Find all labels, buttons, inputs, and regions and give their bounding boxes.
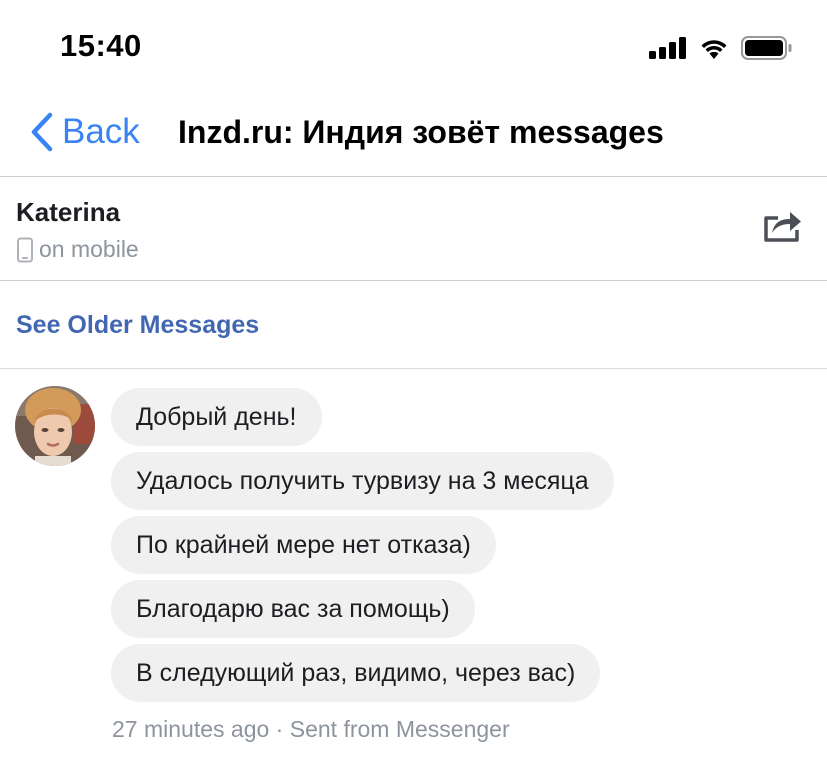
meta-separator: · [269, 716, 290, 742]
contact-status: on mobile [16, 236, 139, 263]
page-title: Inzd.ru: Индия зовёт messages [178, 114, 664, 150]
message-bubble[interactable]: По крайней мере нет отказа) [111, 516, 496, 574]
contact-name: Katerina [16, 197, 121, 227]
message-bubble[interactable]: Добрый день! [111, 388, 322, 446]
navigation-bar: Back Inzd.ru: Индия зовёт messages [0, 100, 827, 176]
chevron-left-icon [31, 112, 53, 152]
wifi-icon [701, 40, 727, 59]
message-bubble[interactable]: Удалось получить турвизу на 3 месяца [111, 452, 614, 510]
message-list: Добрый день! Удалось получить турвизу на… [111, 388, 614, 708]
cellular-signal-icon [649, 37, 686, 59]
contact-status-label: on mobile [39, 236, 139, 262]
share-icon [764, 212, 801, 242]
message-bubble[interactable]: В следующий раз, видимо, через вас) [111, 644, 601, 702]
contact-divider [0, 280, 827, 281]
battery-icon [741, 36, 792, 60]
status-icons [649, 36, 793, 60]
message-timestamp: 27 minutes ago [112, 716, 270, 742]
message-meta: 27 minutes ago · Sent from Messenger [112, 716, 510, 743]
mobile-phone-icon [17, 237, 33, 262]
avatar[interactable] [15, 386, 95, 466]
message-source: Sent from Messenger [289, 716, 510, 742]
back-label: Back [62, 112, 140, 151]
status-bar: 15:40 [0, 0, 827, 100]
see-older-messages-link[interactable]: See Older Messages [16, 311, 259, 340]
older-divider [0, 368, 827, 369]
status-time: 15:40 [60, 28, 142, 63]
message-bubble[interactable]: Благодарю вас за помощь) [111, 580, 475, 638]
back-button[interactable]: Back [30, 112, 140, 152]
contact-header: Katerina on mobile [0, 177, 827, 280]
share-button[interactable] [763, 207, 803, 248]
